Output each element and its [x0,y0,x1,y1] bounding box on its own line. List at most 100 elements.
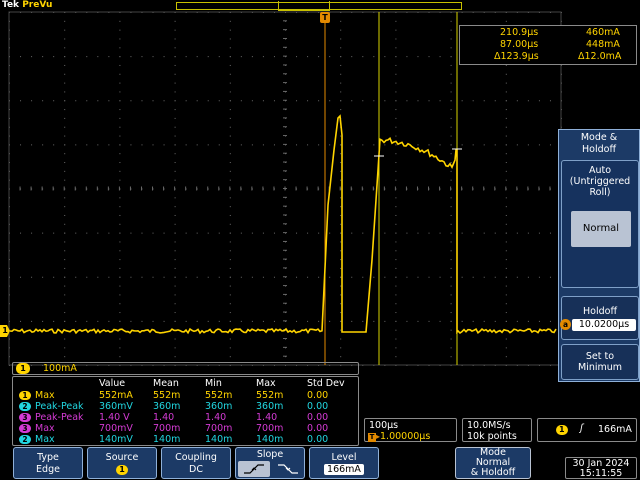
trigger-position-marker[interactable]: T [320,12,330,23]
col-header-stddev: Std Dev [307,378,345,389]
coupling-value: DC [189,464,203,475]
auto-label: Auto [588,165,612,176]
measurement-channel-badge: 2 [19,435,31,444]
cursor-crosshairs [374,148,462,157]
rising-slope-option[interactable] [238,461,270,477]
measurement-name: Peak-Peak [35,401,84,412]
measurement-cell: 140m [205,434,233,445]
measurement-cell: 140m [153,434,181,445]
timebase-readout[interactable]: 100µs T ▸1.00000µs [364,418,457,442]
trigger-coupling-button[interactable]: Coupling DC [161,447,231,479]
record-view-window [278,1,330,11]
measurement-cell: 0.00 [307,412,329,423]
auto-label-line2: (Untriggered [569,176,631,187]
ch1-ground-marker[interactable]: 1 [0,325,10,337]
trigger-level-button[interactable]: Level 166mA [309,447,379,479]
col-header-min: Min [205,378,222,389]
measurement-cell: 360m [153,401,181,412]
trigger-level: 166mA [598,424,632,435]
coupling-label: Coupling [175,452,217,463]
normal-mode-button[interactable]: Normal [571,211,631,247]
set-to-minimum-button[interactable]: Set to Minimum [561,344,639,380]
col-header-mean: Mean [153,378,179,389]
measurement-name: Max [35,423,55,434]
measurement-cell: 140mV [99,434,133,445]
measurement-cell: 700mV [99,423,133,434]
sample-rate: 10.0MS/s [467,420,511,431]
brand-logo: Tek PreVu [2,0,52,11]
measurement-cell: 700m [256,423,284,434]
level-label: Level [331,452,357,463]
measurement-header-row: Value Mean Min Max Std Dev [13,378,358,389]
level-value: 166mA [324,464,364,475]
date-time-display[interactable]: 30 Jan 2024 15:11:55 [565,457,637,479]
status-bar: Tek PreVu [0,0,640,12]
measurement-name: Max [35,390,55,401]
trigger-source-badge: 1 [556,425,568,435]
measurement-cell: 360mV [99,401,133,412]
mode-holdoff-button[interactable]: Mode Normal & Holdoff [455,447,531,479]
cursor-a-value: 460mA [586,27,620,38]
cursor-readout: 210.9µs 460mA 87.00µs 448mA Δ123.9µs Δ12… [459,25,637,65]
horizontal-position: T ▸1.00000µs [368,431,430,442]
measurement-row: 2 Peak-Peak 360mV 360m 360m 360m 0.00 [13,401,358,412]
measurement-row: 1 Max 552mA 552m 552m 552m 0.00 [13,390,358,401]
measurement-channel-badge: 2 [19,402,31,411]
trigger-readout[interactable]: 1 ʃ 166mA [537,418,637,442]
set-to-min-line1: Set to [585,351,615,362]
trigger-position-icon: T [368,433,376,442]
slope-label: Slope [256,449,284,460]
measurement-cell: 1.40 V [99,412,130,423]
brand-prefix: Tek [2,0,20,10]
measurement-cell: 0.00 [307,434,329,445]
cursor-b-value: 448mA [586,39,620,50]
cursor-b-time: 87.00µs [500,39,539,50]
measurement-cell: 552mA [99,390,133,401]
source-label: Source [105,452,139,463]
measurement-cell: 1.40 [205,412,227,423]
acquisition-mode-label: PreVu [22,0,53,10]
ch1-waveform [9,114,557,335]
falling-edge-icon [278,464,298,474]
measurement-table: Value Mean Min Max Std Dev 1 Max 552mA 552m… [12,376,359,446]
measurement-cell: 360m [205,401,233,412]
auto-mode-button[interactable]: Auto (Untriggered Roll) Normal [561,160,639,288]
side-menu-title-line1: Mode & [580,132,618,143]
ch1-scale-value: 100mA [43,363,77,374]
col-header-max: Max [256,378,276,389]
type-label: Type [37,452,59,463]
side-menu-title-line2: Holdoff [582,144,616,155]
cursor-delta-time: Δ123.9µs [494,51,539,62]
trigger-type-button[interactable]: Type Edge [13,447,83,479]
holdoff-button[interactable]: Holdoff a 10.0200µs [560,296,639,340]
falling-slope-option[interactable] [272,461,304,477]
measurement-cell: 1.40 [153,412,175,423]
measurement-name: Peak-Peak [35,412,84,423]
horizontal-scale: 100µs [369,420,399,431]
measurement-cell: 552m [256,390,284,401]
trigger-slope-button[interactable]: Slope [235,447,305,479]
measurement-cell: 360m [256,401,284,412]
measurement-row: 2 Max 140mV 140m 140m 140m 0.00 [13,434,358,445]
rising-edge-icon: ʃ [580,423,584,434]
auto-label-line3: Roll) [589,187,611,198]
measurement-cell: 140m [256,434,284,445]
measurement-row: 3 Max 700mV 700m 700m 700m 0.00 [13,423,358,434]
type-value: Edge [36,464,60,475]
measurement-channel-badge: 1 [19,391,31,400]
measurement-name: Max [35,434,55,445]
ch1-scale-readout[interactable]: 1 100mA [12,362,359,375]
side-menu-title: Mode & Holdoff [559,132,639,156]
cursor-a-time: 210.9µs [500,27,539,38]
measurement-cell: 700m [153,423,181,434]
measurement-cell: 552m [153,390,181,401]
multipurpose-knob-a-icon: a [560,319,571,330]
measurement-row: 3 Peak-Peak 1.40 V 1.40 1.40 1.40 0.00 [13,412,358,423]
measurement-channel-badge: 3 [19,424,31,433]
cursor-lines [324,12,458,365]
mode-label-line3: & Holdoff [470,467,516,478]
trigger-source-button[interactable]: Source 1 [87,447,157,479]
record-length: 10k points [467,431,517,442]
acquisition-readout[interactable]: 10.0MS/s 10k points [462,418,532,442]
rising-edge-icon [244,464,264,474]
